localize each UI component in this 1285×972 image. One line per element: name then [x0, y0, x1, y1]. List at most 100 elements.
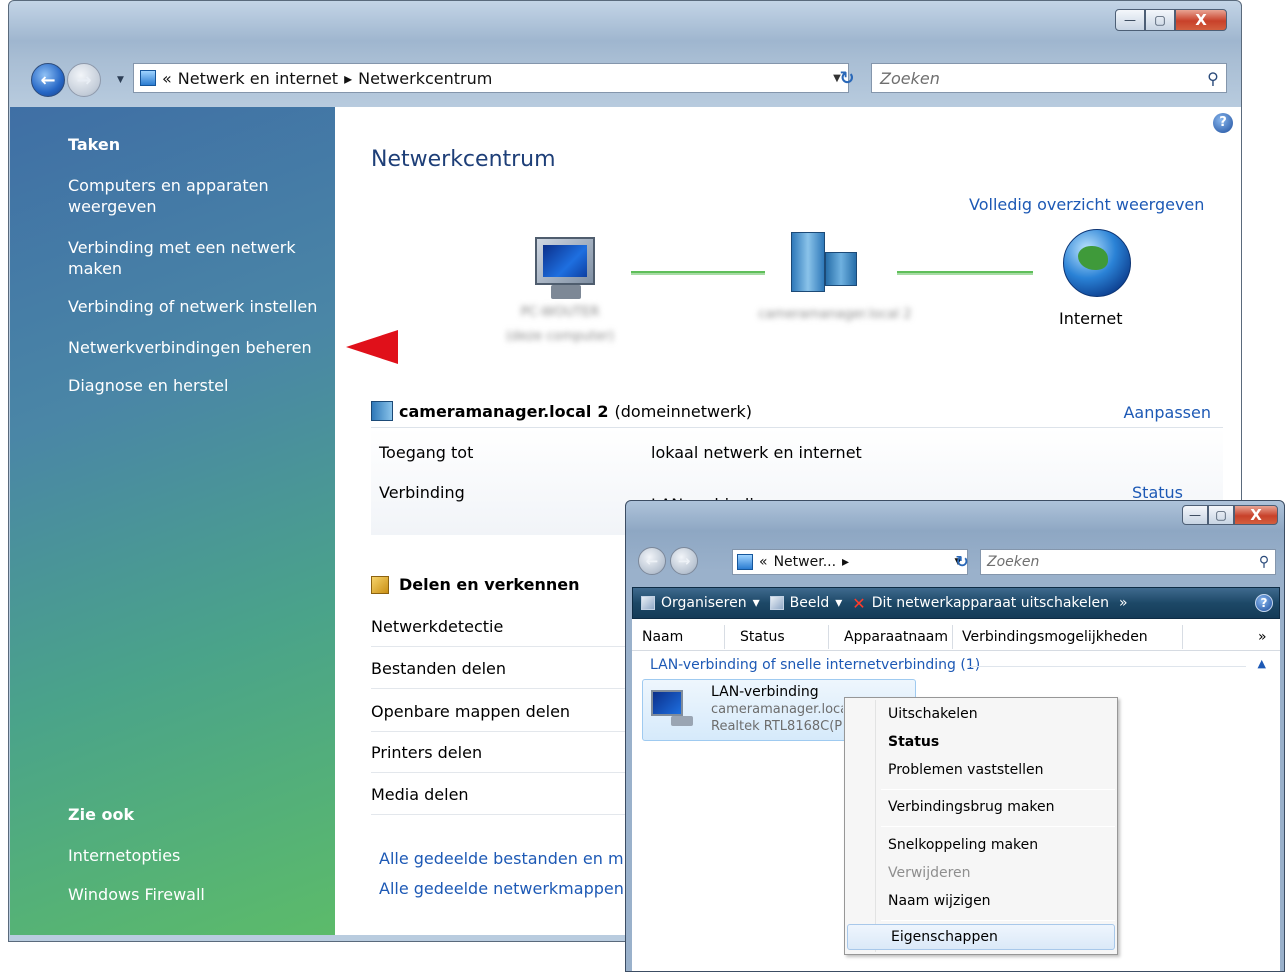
pc-name-label: PC-WOUTER — [520, 305, 600, 320]
customize-link[interactable]: Aanpassen — [1123, 403, 1211, 422]
menu-item-diagnose[interactable]: Problemen vaststellen — [845, 758, 1117, 784]
command-bar: Organiseren ▾ Beeld ▾ ✕ Dit netwerkappar… — [632, 587, 1280, 619]
chevron-down-icon: ▾ — [835, 595, 843, 611]
address-bar[interactable]: « Netwer... ▸ ▼ — [732, 549, 968, 575]
menu-item-disable[interactable]: Uitschakelen — [845, 702, 1117, 728]
sharing-icon — [371, 575, 389, 594]
search-box[interactable]: Zoeken ⚲ — [871, 63, 1227, 93]
collapse-caret-icon[interactable]: ▲ — [1258, 657, 1266, 670]
history-dropdown-icon[interactable]: ▼ — [117, 75, 124, 85]
menu-separator — [881, 826, 1115, 827]
breadcrumb-netwerk[interactable]: Netwer... — [774, 554, 836, 570]
item-network: cameramanager.local — [711, 702, 843, 717]
item-adapter: Realtek RTL8168C(P) — [711, 719, 843, 734]
breadcrumb-separator-icon[interactable]: ▸ — [344, 69, 352, 88]
forward-button[interactable]: → — [67, 63, 101, 97]
connection-line — [897, 271, 1033, 275]
link-shared-network-folders[interactable]: Alle gedeelde netwerkmappen — [379, 879, 624, 898]
menu-item-rename[interactable]: Naam wijzigen — [845, 889, 1117, 915]
column-header-device[interactable]: Apparaatnaam — [844, 629, 948, 645]
link-windows-firewall[interactable]: Windows Firewall — [68, 884, 328, 905]
close-button[interactable]: X — [1175, 9, 1227, 31]
column-header-name[interactable]: Naam — [642, 629, 683, 645]
minimize-button[interactable]: — — [1182, 505, 1208, 525]
help-icon[interactable]: ? — [1213, 113, 1233, 133]
forward-arrow-icon: → — [76, 70, 92, 91]
connection-line — [631, 271, 765, 275]
menu-item-status[interactable]: Status — [845, 730, 1117, 756]
network-building-icon[interactable] — [791, 232, 861, 296]
disable-device-button[interactable]: ✕ Dit netwerkapparaat uitschakelen — [852, 594, 1109, 613]
see-also-header: Zie ook — [68, 805, 135, 824]
back-button[interactable]: ← — [638, 547, 666, 575]
back-arrow-icon: ← — [40, 70, 56, 91]
back-button[interactable]: ← — [31, 63, 65, 97]
page-title: Netwerkcentrum — [371, 147, 556, 172]
title-bar: — ▢ X — [9, 1, 1241, 57]
task-view-computers[interactable]: Computers en apparaten weergeven — [68, 175, 328, 217]
search-box[interactable]: Zoeken ⚲ — [980, 549, 1276, 575]
search-icon[interactable]: ⚲ — [1200, 69, 1226, 88]
link-internet-options[interactable]: Internetopties — [68, 845, 328, 866]
view-label: Beeld — [789, 595, 830, 611]
red-pointer-arrow-icon — [346, 330, 398, 364]
computer-icon[interactable] — [521, 235, 601, 305]
menu-item-properties[interactable]: Eigenschappen — [847, 924, 1115, 950]
refresh-icon[interactable]: ↻ — [829, 63, 865, 93]
context-menu: Uitschakelen Status Problemen vaststelle… — [844, 697, 1118, 955]
breadcrumb-netwerkcentrum[interactable]: Netwerkcentrum — [358, 69, 492, 88]
maximize-button[interactable]: ▢ — [1208, 505, 1234, 525]
caption-buttons: — ▢ X — [1115, 9, 1227, 31]
internet-label: Internet — [1059, 309, 1123, 328]
task-setup-connection[interactable]: Verbinding of netwerk instellen — [68, 296, 343, 317]
group-header[interactable]: LAN-verbinding of snelle internetverbind… — [650, 657, 980, 673]
internet-globe-icon[interactable] — [1063, 229, 1131, 297]
column-header-connectivity[interactable]: Verbindingsmogelijkheden — [962, 629, 1148, 645]
sharing-header: Delen en verkennen — [371, 575, 580, 594]
more-commands-button[interactable]: » — [1119, 595, 1128, 611]
menu-separator — [881, 920, 1115, 921]
menu-item-bridge[interactable]: Verbindingsbrug maken — [845, 795, 1117, 821]
search-icon[interactable]: ⚲ — [1253, 554, 1275, 570]
breadcrumb-overflow[interactable]: « — [162, 69, 172, 88]
menu-item-shortcut[interactable]: Snelkoppeling maken — [845, 833, 1117, 859]
column-overflow[interactable]: » — [1258, 629, 1267, 645]
disable-device-label: Dit netwerkapparaat uitschakelen — [871, 595, 1110, 611]
view-button[interactable]: Beeld ▾ — [769, 595, 843, 611]
sharing-title: Delen en verkennen — [399, 575, 580, 594]
address-bar[interactable]: « Netwerk en internet ▸ Netwerkcentrum ▼ — [133, 63, 849, 93]
connection-label: Verbinding — [379, 483, 465, 502]
refresh-icon[interactable]: ↻ — [948, 549, 976, 575]
access-label: Toegang tot — [379, 443, 474, 462]
forward-button[interactable]: → — [670, 547, 698, 575]
full-overview-link[interactable]: Volledig overzicht weergeven — [969, 195, 1204, 214]
network-type: (domeinnetwerk) — [614, 401, 753, 421]
close-button[interactable]: X — [1234, 505, 1278, 525]
link-shared-files[interactable]: Alle gedeelde bestanden en m — [379, 849, 624, 868]
breadcrumb-overflow[interactable]: « — [759, 554, 768, 570]
task-pane: Taken Computers en apparaten weergeven V… — [10, 107, 335, 935]
search-input[interactable]: Zoeken — [872, 69, 940, 88]
group-divider — [968, 666, 1246, 667]
domain-network-icon — [371, 401, 393, 421]
network-icon — [737, 554, 753, 570]
task-manage-connections[interactable]: Netwerkverbindingen beheren — [68, 337, 328, 358]
organize-label: Organiseren — [661, 595, 747, 611]
breadcrumb-separator-icon[interactable]: ▸ — [842, 554, 849, 570]
organize-button[interactable]: Organiseren ▾ — [641, 595, 760, 611]
menu-separator — [881, 789, 1115, 790]
column-header-status[interactable]: Status — [740, 629, 785, 645]
view-icon — [769, 596, 784, 610]
column-headers: Naam Status Apparaatnaam Verbindingsmoge… — [632, 623, 1280, 651]
help-icon[interactable]: ? — [1255, 594, 1273, 612]
organize-icon — [641, 596, 655, 610]
network-heading: cameramanager.local 2 (domeinnetwerk) — [371, 401, 752, 421]
minimize-button[interactable]: — — [1115, 9, 1145, 31]
task-connect-network[interactable]: Verbinding met een netwerk maken — [68, 237, 328, 279]
tasks-header: Taken — [68, 135, 121, 154]
caption-buttons: — ▢ X — [1182, 505, 1278, 525]
task-diagnose-repair[interactable]: Diagnose en herstel — [68, 375, 328, 396]
maximize-button[interactable]: ▢ — [1145, 9, 1175, 31]
breadcrumb-netwerk-en-internet[interactable]: Netwerk en internet — [178, 69, 338, 88]
search-input[interactable]: Zoeken — [981, 554, 1039, 570]
